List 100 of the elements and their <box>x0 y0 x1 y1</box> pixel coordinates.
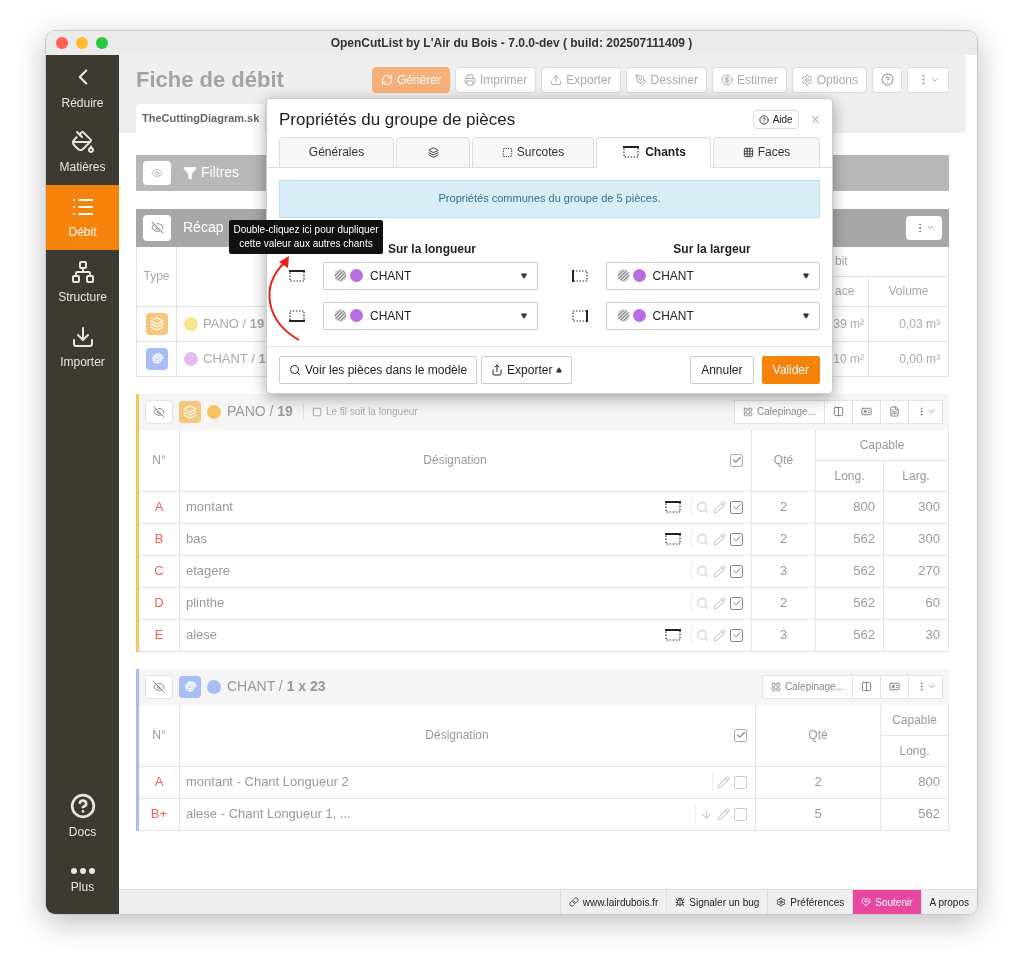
eye-icon <box>151 166 163 179</box>
support-link[interactable]: Soutenir <box>852 890 921 914</box>
menu-button[interactable] <box>906 215 942 240</box>
toolbar-button[interactable] <box>825 399 853 424</box>
visibility-toggle[interactable] <box>143 160 171 185</box>
toolbar-button[interactable] <box>881 399 909 424</box>
part-name: bas <box>186 530 208 549</box>
dialog-tab[interactable]: Générales <box>279 136 394 168</box>
table-cell-text: 562 <box>853 626 875 645</box>
estimate-icon <box>720 73 733 86</box>
view-button[interactable]: Voir les pièces dans le modèle <box>279 355 478 384</box>
edit-icon[interactable] <box>713 564 726 578</box>
table-cell-text: 562 <box>853 530 875 549</box>
row-number: E <box>154 626 164 645</box>
cancel-button[interactable]: Annuler <box>690 355 754 384</box>
help-button[interactable]: Aide <box>752 110 799 130</box>
toolbar-button[interactable] <box>881 674 909 699</box>
check-icon <box>731 630 742 640</box>
edge-icon <box>663 499 683 515</box>
sidebar-item[interactable]: Matières <box>46 120 119 185</box>
link-link[interactable]: www.lairdubois.fr <box>559 890 667 914</box>
edit-icon[interactable] <box>713 500 726 514</box>
calepinage-button[interactable]: Calepinage... <box>734 399 825 424</box>
dialog-tab[interactable]: Faces <box>713 136 820 168</box>
file-tab[interactable]: TheCuttingDiagram.sk <box>136 104 266 133</box>
caret-icon <box>926 407 936 416</box>
check-icon <box>731 598 742 608</box>
dialog-tab[interactable]: Chants <box>596 136 711 168</box>
label-icon <box>861 406 872 417</box>
table-cell-text: 3 <box>779 626 788 645</box>
header-checkbox[interactable] <box>730 453 743 467</box>
edit-icon[interactable] <box>713 532 726 546</box>
edge-icon <box>663 531 683 547</box>
table-header-cell: Volume <box>869 276 949 307</box>
filters-label: Filtres <box>201 163 240 182</box>
visibility-toggle[interactable] <box>145 674 173 699</box>
arrow-down-icon[interactable] <box>700 807 713 821</box>
edge-side-icon <box>569 267 590 284</box>
menu-button[interactable] <box>909 674 943 699</box>
search-icon[interactable] <box>696 564 709 578</box>
search-icon[interactable] <box>696 532 709 546</box>
toolbar-button[interactable] <box>853 399 881 424</box>
checkbox[interactable] <box>734 775 747 789</box>
table-header-cell: N° <box>139 704 180 767</box>
part-name: etagere <box>186 562 232 581</box>
menu-button[interactable] <box>907 66 949 93</box>
search-icon[interactable] <box>696 596 709 610</box>
table-cell-text: 0,00 m³ <box>899 350 940 368</box>
about-link[interactable]: A propos <box>920 890 977 914</box>
zoom-window-button[interactable] <box>96 37 108 49</box>
dialog-tab[interactable]: Surcotes <box>472 136 594 168</box>
edge-select[interactable]: CHANT <box>323 301 538 330</box>
menu-button[interactable] <box>909 399 943 424</box>
row-number: D <box>154 594 164 613</box>
edge-side-icon <box>287 267 307 284</box>
toolbar-button[interactable] <box>853 674 881 699</box>
edit-icon[interactable] <box>717 775 730 789</box>
export-button[interactable]: Exporter <box>481 355 573 384</box>
file-icon <box>889 406 900 417</box>
search-icon[interactable] <box>696 628 709 642</box>
label-icon <box>889 681 900 692</box>
eye-off-icon <box>153 680 165 693</box>
help-button[interactable] <box>872 66 902 93</box>
table-cell-text: 300 <box>918 530 940 549</box>
visibility-toggle[interactable] <box>145 399 173 424</box>
sidebar-item[interactable]: Réduire <box>46 55 119 120</box>
table-header-cell-text: Désignation <box>422 452 488 469</box>
oversize-icon <box>501 146 513 158</box>
sidebar-item[interactable]: Structure <box>46 250 119 315</box>
material-icon <box>427 146 439 158</box>
visibility-toggle[interactable] <box>143 214 171 241</box>
support-icon <box>861 897 872 907</box>
edit-icon[interactable] <box>717 807 730 821</box>
checkbox[interactable] <box>730 532 743 546</box>
checkbox[interactable] <box>730 500 743 514</box>
sidebar-item[interactable]: Importer <box>46 315 119 380</box>
edge-select[interactable]: CHANT <box>605 261 820 290</box>
share-icon <box>491 363 504 376</box>
table-header-cell: Larg. <box>884 460 949 492</box>
close-window-button[interactable] <box>56 37 68 49</box>
bug-link[interactable]: Signaler un bug <box>666 890 768 914</box>
search-icon[interactable] <box>696 500 709 514</box>
edge-select[interactable]: CHANT <box>323 261 538 290</box>
sidebar-item[interactable]: Docs <box>46 784 119 849</box>
header-checkbox[interactable] <box>734 728 747 742</box>
checkbox[interactable] <box>734 807 747 821</box>
table-header-cell: Type <box>137 246 177 307</box>
checkbox[interactable] <box>730 564 743 578</box>
checkbox[interactable] <box>730 628 743 642</box>
checkbox[interactable] <box>730 596 743 610</box>
help-icon <box>880 73 894 86</box>
minimize-window-button[interactable] <box>76 37 88 49</box>
edge-select[interactable]: CHANT <box>605 301 820 330</box>
edit-icon[interactable] <box>713 596 726 610</box>
edit-icon[interactable] <box>713 628 726 642</box>
calepinage-button[interactable]: Calepinage... <box>762 674 853 699</box>
dialog-tab[interactable] <box>396 136 470 168</box>
check-icon <box>731 534 742 544</box>
part-name: montant - Chant Longueur 2 <box>186 773 350 792</box>
sidebar-item[interactable]: Plus <box>46 849 119 914</box>
